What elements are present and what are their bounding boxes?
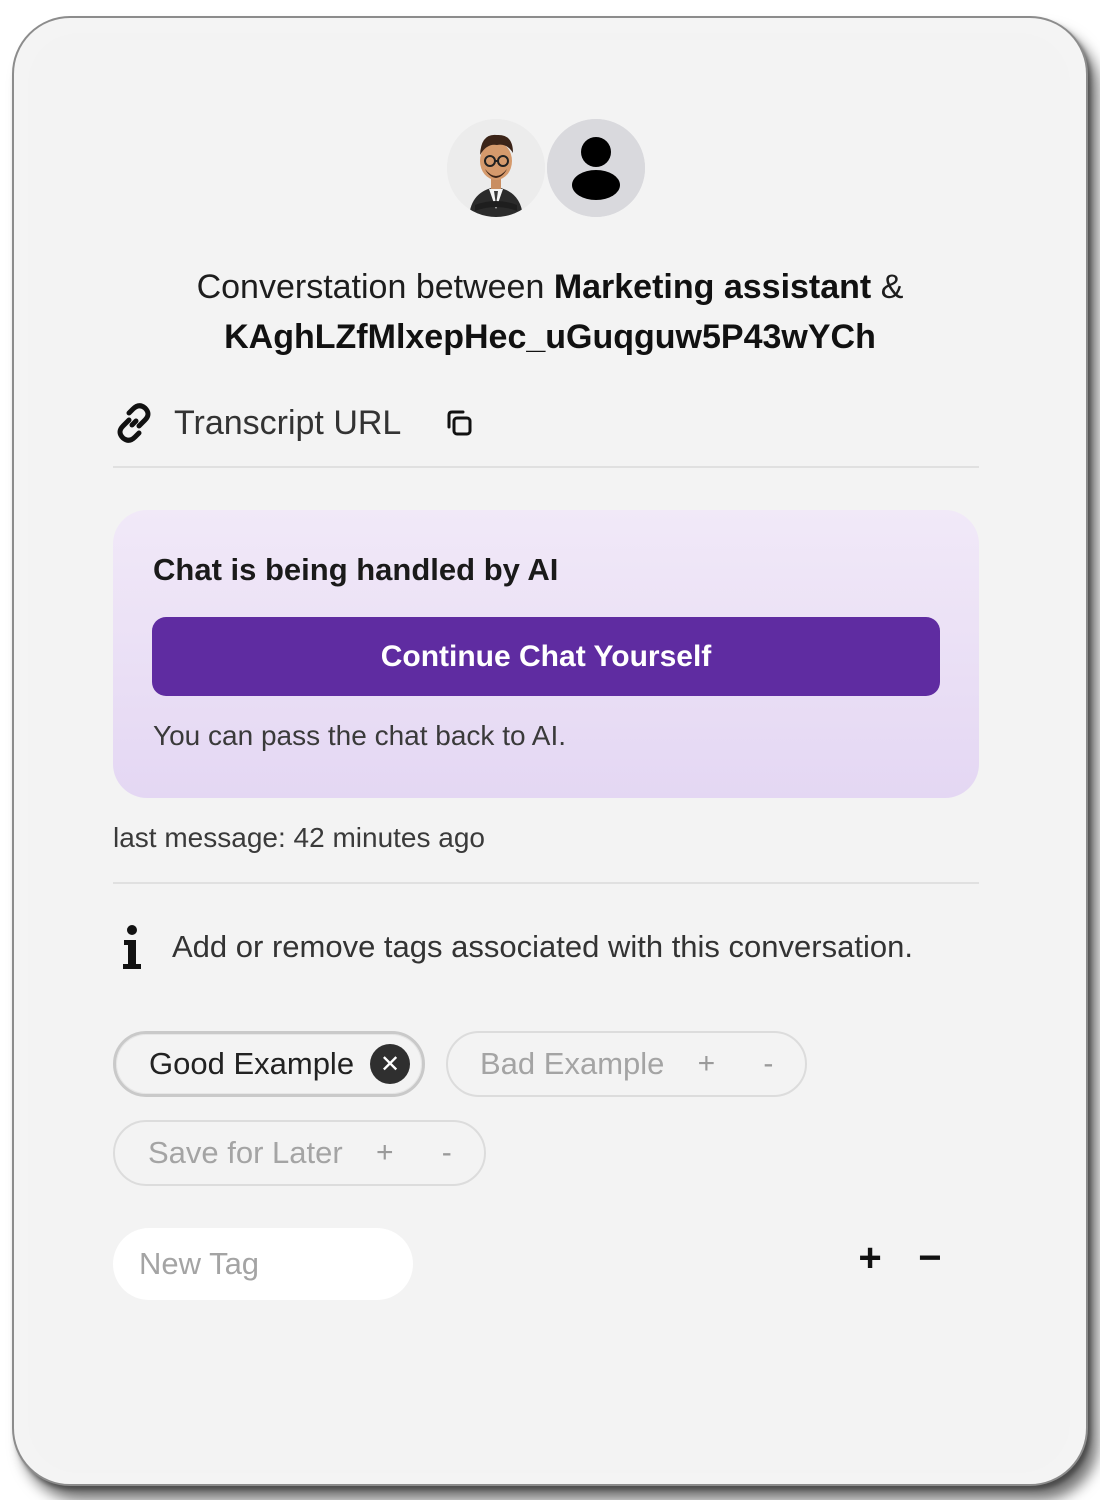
- info-icon: [123, 925, 141, 969]
- tag-save-for-later[interactable]: Save for Later + -: [113, 1120, 486, 1186]
- assistant-name: Marketing assistant: [553, 268, 872, 306]
- last-message-time: last message: 42 minutes ago: [113, 822, 485, 853]
- ai-status-heading: Chat is being handled by AI: [153, 552, 559, 587]
- ai-card-note: You can pass the chat back to AI.: [153, 720, 567, 751]
- title-prefix: Converstation between: [196, 268, 554, 306]
- divider: [113, 882, 979, 884]
- tag-add-button[interactable]: +: [690, 1047, 722, 1081]
- link-icon: [117, 403, 151, 443]
- add-tag-button[interactable]: +: [852, 1236, 888, 1281]
- tag-remove-button[interactable]: -: [752, 1047, 784, 1081]
- divider: [113, 466, 979, 468]
- participants-avatars: [447, 117, 647, 219]
- tag-label: Bad Example: [480, 1046, 665, 1081]
- user-id: KAghLZfMlxepHec_uGuqguw5P43wYCh: [224, 318, 876, 356]
- title-joiner: &: [871, 268, 904, 306]
- ai-handling-card: Chat is being handled by AI Continue Cha…: [113, 510, 979, 798]
- tags-info-text: Add or remove tags associated with this …: [172, 929, 913, 964]
- tag-bad-example[interactable]: Bad Example + -: [446, 1031, 807, 1097]
- tag-remove-button[interactable]: -: [431, 1136, 463, 1170]
- copy-icon[interactable]: [443, 407, 475, 439]
- user-avatar-icon: [545, 117, 647, 219]
- tag-label: Save for Later: [148, 1135, 343, 1170]
- tag-good-example[interactable]: Good Example ✕: [113, 1031, 425, 1097]
- bot-avatar: [447, 119, 545, 217]
- conversation-title: Converstation between Marketing assistan…: [100, 262, 1000, 362]
- continue-chat-button[interactable]: Continue Chat Yourself: [152, 617, 940, 696]
- transcript-url-row: Transcript URL: [112, 398, 475, 448]
- tags-info-row: Add or remove tags associated with this …: [118, 922, 913, 972]
- tag-add-button[interactable]: +: [369, 1136, 401, 1170]
- remove-tag-button[interactable]: −: [912, 1236, 948, 1281]
- new-tag-input[interactable]: [113, 1228, 413, 1300]
- transcript-url-link[interactable]: Transcript URL: [174, 404, 401, 443]
- tag-remove-button[interactable]: ✕: [370, 1044, 411, 1084]
- tag-label: Good Example: [149, 1046, 355, 1081]
